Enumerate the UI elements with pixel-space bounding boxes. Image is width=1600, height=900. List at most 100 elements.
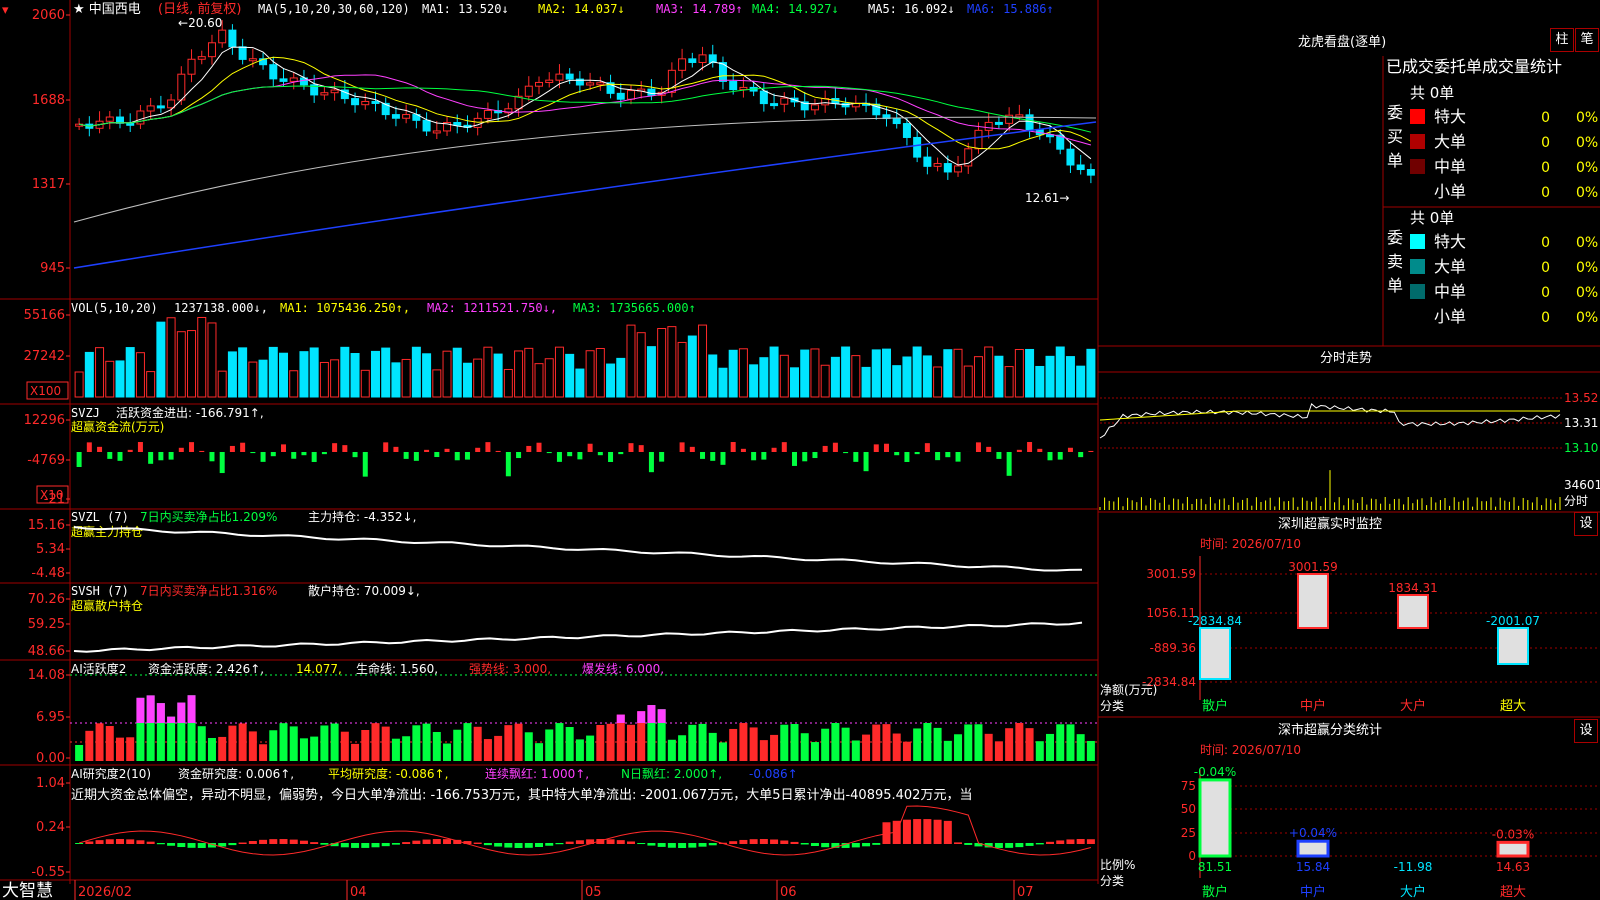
axis-tick-label: 14.08	[28, 668, 65, 683]
ai1-bar	[391, 738, 400, 761]
ai2-bar	[524, 843, 533, 848]
volume-bar	[524, 347, 534, 398]
order-row-pct: 0%	[1576, 310, 1598, 326]
volume-bar	[360, 369, 370, 398]
svzj-bar	[219, 452, 225, 474]
svzj-bar	[1088, 450, 1094, 452]
svzj-bar	[567, 452, 573, 457]
ai2-bar	[902, 819, 911, 844]
candle	[146, 105, 155, 112]
svzj-bar	[362, 452, 368, 477]
svzj-bar	[843, 452, 849, 454]
svzj-bar	[403, 452, 409, 459]
order-row-name: 特大	[1434, 107, 1466, 126]
menu-icon[interactable]: ▾	[2, 3, 9, 18]
candle	[994, 121, 1003, 125]
svg-text:主力持仓: -4.352↓,: 主力持仓: -4.352↓,	[308, 509, 416, 524]
ai2-bar	[606, 839, 615, 844]
axis-tick-label: 48.66	[28, 644, 65, 659]
ma-line-3	[79, 74, 1092, 146]
candle	[248, 58, 257, 62]
ai2-bar	[483, 843, 492, 846]
volume-bar	[534, 363, 544, 398]
candle	[126, 122, 135, 126]
svzj-bar	[485, 442, 491, 452]
ai1-bar	[381, 726, 390, 761]
volume-bar	[759, 357, 769, 398]
period-label: (日线, 前复权)	[158, 1, 241, 17]
ai1-bar	[575, 739, 584, 761]
ai1-bar	[432, 731, 441, 761]
axis-tick-label: 1.04	[36, 776, 65, 791]
candle	[616, 92, 625, 100]
ai1-bar	[412, 725, 421, 761]
svg-text:散户持仓: 70.009↓,: 散户持仓: 70.009↓,	[308, 583, 420, 598]
ai1-bar	[770, 734, 779, 761]
volume-bar	[146, 371, 156, 398]
side-label-char: 委	[1387, 228, 1403, 247]
ai1-bar	[708, 732, 717, 761]
ai2-bar	[964, 843, 973, 845]
axis-tick-label: 70.26	[28, 592, 65, 607]
candle	[1066, 148, 1075, 166]
ma-line-2	[79, 56, 1092, 150]
ai2-bar	[667, 843, 676, 848]
svzj-bar	[638, 445, 644, 452]
ai1-bar	[790, 724, 799, 761]
ai2-bar	[167, 843, 176, 846]
bar-view-button[interactable]: 柱	[1550, 28, 1574, 52]
order-total: 共 0单	[1410, 209, 1454, 227]
ai2-bar	[299, 840, 308, 844]
volume-bar	[687, 335, 697, 398]
svsh-header: SVSH (7) 7日内买卖净占比1.316% 散户持仓: 70.009↓, 超…	[71, 583, 420, 613]
date-label: 07	[1017, 885, 1034, 900]
ai1-bar-burst	[177, 702, 186, 723]
ai1-bars	[75, 695, 1095, 761]
svzj-bar	[352, 452, 358, 458]
volume-bar	[279, 352, 289, 398]
ai2-bar	[800, 843, 809, 845]
candle	[954, 165, 963, 173]
ai1-bar	[238, 723, 247, 761]
candle	[974, 129, 983, 150]
svzj-bar	[260, 452, 266, 462]
svzj-bar	[1016, 449, 1022, 452]
axis-tick-label: 27242	[24, 349, 65, 364]
ai1-bar	[443, 743, 452, 761]
ai2-bar	[514, 843, 523, 848]
tick-view-button[interactable]: 笔	[1575, 28, 1599, 52]
svg-text:连续飘红: 1.000↑,: 连续飘红: 1.000↑,	[485, 766, 589, 781]
ai1-bar	[545, 729, 554, 761]
svzj-bar	[904, 452, 910, 462]
order-row-count: 0	[1541, 185, 1550, 201]
ai1-bar	[371, 723, 380, 761]
intraday-vol-label: 分时	[1564, 494, 1588, 508]
ai1-bar	[504, 725, 513, 761]
svzj-bar	[383, 442, 389, 452]
buy-order-table: 委买单 共 0单特大 0 0% 大单 0 0% 中单 0 0% 小单 0 0%	[1387, 84, 1598, 201]
svzj-bar	[883, 443, 889, 452]
svzj-bar	[1037, 448, 1043, 452]
order-row-pct: 0%	[1576, 135, 1598, 151]
classify-settings-button[interactable]: 设	[1574, 719, 1598, 743]
monitor-settings-button[interactable]: 设	[1574, 512, 1598, 536]
svzj-bar	[464, 452, 470, 460]
ai1-bar	[228, 725, 237, 761]
price-axis: 2060 1688 1317 945	[32, 8, 70, 276]
svzj-bar	[526, 445, 532, 452]
chart-canvas[interactable]: ▾ ★ 中国西电 (日线, 前复权) MA(5,10,20,30,60,120)…	[0, 0, 1600, 900]
volume-bar	[299, 351, 309, 398]
volume-bar	[616, 357, 626, 398]
ai2-bar	[156, 843, 165, 845]
volume-bar	[207, 322, 217, 398]
svzj-bar	[434, 452, 440, 458]
ai1-bar	[126, 737, 135, 761]
candle	[1015, 114, 1024, 118]
ai1-bar-burst	[647, 705, 656, 723]
ma-lines	[73, 46, 1097, 269]
svg-text:14.077,: 14.077,	[296, 662, 342, 676]
monitor-category: 大户	[1400, 698, 1426, 714]
ai1-bar	[402, 736, 411, 761]
volume-bar	[462, 362, 472, 398]
ma-header: MA(5,10,20,30,60,120)	[258, 2, 410, 16]
